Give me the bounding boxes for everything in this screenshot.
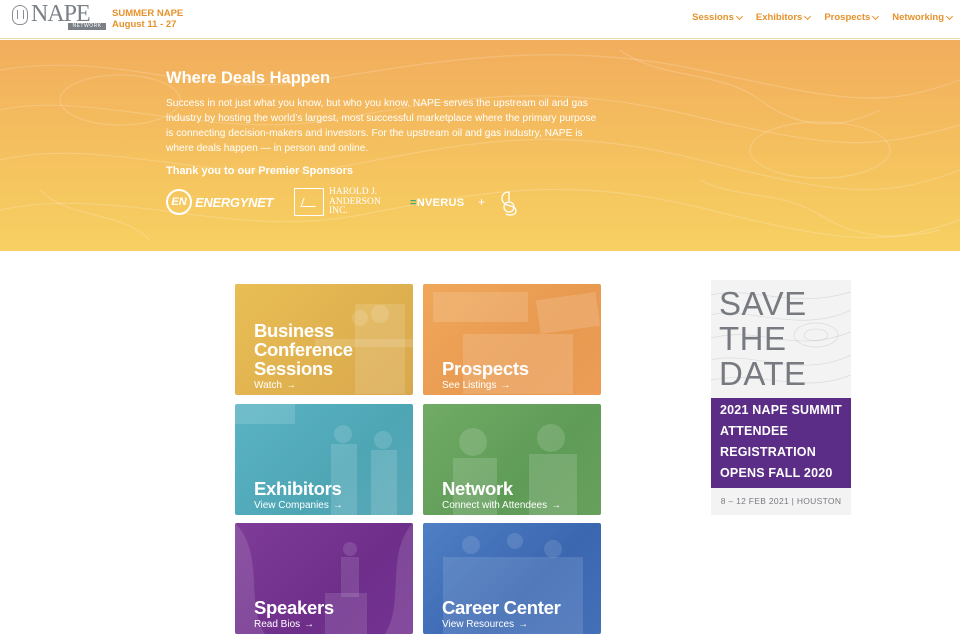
- tile-title: Network: [442, 478, 513, 499]
- band-line: REGISTRATION: [720, 445, 816, 459]
- menu-label: Prospects: [824, 12, 871, 23]
- harold-wordmark: HAROLD J. ANDERSON INC.: [329, 187, 381, 216]
- arrow-right-icon: →: [332, 500, 343, 511]
- nape-emblem-icon: [12, 5, 28, 25]
- tile-network[interactable]: Network Connect with Attendees →: [423, 404, 601, 515]
- enverus-logo[interactable]: =NVERUS: [410, 197, 464, 209]
- menu-prospects[interactable]: Prospects: [824, 12, 880, 23]
- enverus-wordmark: NVERUS: [416, 197, 465, 209]
- heading-line: THE: [719, 320, 787, 357]
- sponsor-plus: +: [478, 195, 486, 209]
- menu-label: Networking: [892, 12, 944, 23]
- menu-label: Sessions: [692, 12, 734, 23]
- hero-description: Success in not just what you know, but w…: [166, 98, 597, 155]
- band-line: OPENS FALL 2020: [720, 466, 833, 480]
- tile-title: Speakers: [254, 597, 334, 618]
- tile-link-label: Watch: [254, 380, 282, 391]
- tile-title: Business Conference Sessions: [254, 320, 353, 379]
- menu-networking[interactable]: Networking: [892, 12, 954, 23]
- heading-line: SAVE: [719, 285, 807, 322]
- tile-link[interactable]: Watch →: [254, 380, 296, 391]
- hero-banner: Where Deals Happen Success in not just w…: [0, 40, 960, 251]
- tile-speakers[interactable]: Speakers Read Bios →: [235, 523, 413, 634]
- chevron-down-icon: [945, 12, 954, 20]
- band-line: 2021 NAPE SUMMIT: [720, 403, 842, 417]
- logo-sub: NETWORK: [68, 23, 106, 30]
- event-info[interactable]: SUMMER NAPE August 11 - 27: [112, 8, 183, 30]
- event-dates: August 11 - 27: [112, 19, 177, 30]
- arrow-right-icon: →: [551, 500, 562, 511]
- menu-exhibitors[interactable]: Exhibitors: [755, 12, 812, 23]
- arrow-right-icon: →: [500, 380, 511, 391]
- top-navigation: NAPE NETWORK SUMMER NAPE August 11 - 27 …: [0, 0, 960, 39]
- arrow-right-icon: →: [518, 619, 529, 630]
- tile-business-conference-sessions[interactable]: Business Conference Sessions Watch →: [235, 284, 413, 395]
- event-date-location: 8 – 12 FEB 2021 | HOUSTON: [720, 496, 842, 506]
- tile-link-label: See Listings: [442, 380, 497, 391]
- tile-link-label: Read Bios: [254, 619, 301, 630]
- tile-title: Prospects: [442, 358, 529, 379]
- sponsors-heading: Thank you to our Premier Sponsors: [166, 165, 354, 177]
- harold-anderson-logo[interactable]: HAROLD J. ANDERSON INC.: [294, 187, 395, 217]
- nape-logo[interactable]: NAPE NETWORK: [12, 1, 106, 31]
- tile-link[interactable]: View Resources →: [442, 619, 528, 630]
- registration-band: 2021 NAPE SUMMIT ATTENDEE REGISTRATION O…: [711, 398, 851, 488]
- tile-prospects[interactable]: Prospects See Listings →: [423, 284, 601, 395]
- energynet-wordmark: ENERGYNET: [195, 194, 274, 210]
- tile-link-label: Connect with Attendees: [442, 500, 548, 511]
- menu-sessions[interactable]: Sessions: [692, 12, 743, 23]
- chevron-down-icon: [735, 12, 743, 20]
- energynet-logo[interactable]: EN ENERGYNET: [166, 189, 274, 215]
- tile-link[interactable]: Connect with Attendees →: [442, 500, 561, 511]
- energynet-mark: EN: [166, 189, 192, 215]
- heading-line: DATE: [719, 355, 807, 392]
- harold-emblem-icon: [294, 188, 324, 217]
- tile-exhibitors[interactable]: Exhibitors View Companies →: [235, 404, 413, 515]
- partner-emblem-icon[interactable]: [496, 189, 522, 217]
- band-line: ATTENDEE: [720, 424, 789, 438]
- hero-title: Where Deals Happen: [166, 69, 331, 87]
- tile-title: Exhibitors: [254, 478, 342, 499]
- tile-link[interactable]: See Listings →: [442, 380, 510, 391]
- tile-link-label: View Resources: [442, 619, 515, 630]
- arrow-right-icon: →: [285, 380, 296, 391]
- save-the-date-ad[interactable]: SAVE THE DATE 2021 NAPE SUMMIT ATTENDEE …: [711, 280, 851, 515]
- tile-link[interactable]: Read Bios →: [254, 619, 314, 630]
- tile-title: Career Center: [442, 597, 561, 618]
- event-name: SUMMER NAPE: [112, 8, 184, 19]
- arrow-right-icon: →: [304, 619, 315, 630]
- tile-link-label: View Companies: [254, 500, 329, 511]
- save-the-date-heading: SAVE THE DATE: [719, 286, 807, 391]
- tile-career-center[interactable]: Career Center View Resources →: [423, 523, 601, 634]
- tile-link[interactable]: View Companies →: [254, 500, 343, 511]
- chevron-down-icon: [872, 12, 880, 20]
- chevron-down-icon: [804, 12, 812, 20]
- main-menu: Sessions Exhibitors Prospects Networking: [692, 12, 954, 23]
- menu-label: Exhibitors: [755, 12, 803, 23]
- enverus-mark-icon: =: [410, 197, 417, 209]
